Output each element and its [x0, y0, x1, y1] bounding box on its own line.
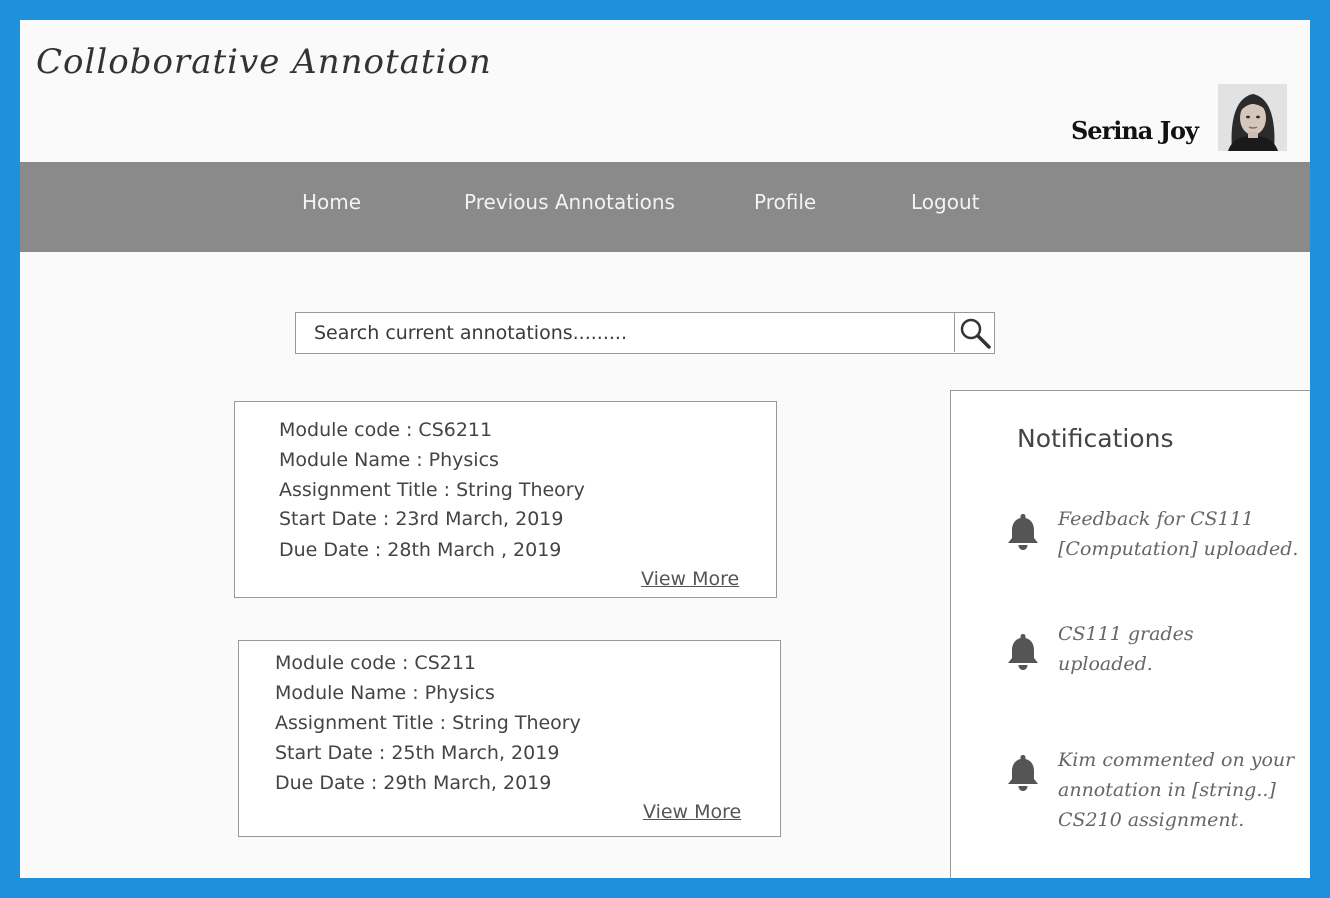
card-start-date: Start Date : 23rd March, 2019	[279, 508, 564, 530]
view-more-link[interactable]: View More	[643, 801, 741, 823]
card-due-date: Due Date : 29th March, 2019	[275, 772, 552, 794]
bell-icon	[1008, 514, 1038, 550]
notifications-panel: Notifications Feedback for CS111 [Comput…	[950, 390, 1310, 878]
nav-home[interactable]: Home	[302, 190, 361, 214]
notification-line: CS111 grades	[1058, 623, 1194, 645]
notification-line: Feedback for CS111	[1058, 508, 1254, 530]
notification-line: CS210 assignment.	[1058, 809, 1245, 831]
card-assignment-title: Assignment Title : String Theory	[275, 712, 581, 734]
card-module-code: Module code : CS211	[275, 652, 477, 674]
search-icon	[960, 318, 991, 349]
app-title: Colloborative Annotation	[36, 42, 492, 82]
card-start-date: Start Date : 25th March, 2019	[275, 742, 560, 764]
search-button[interactable]	[954, 313, 994, 352]
nav-previous-annotations[interactable]: Previous Annotations	[464, 190, 675, 214]
bell-icon	[1008, 755, 1038, 791]
notification-line: uploaded.	[1058, 653, 1153, 675]
card-module-name: Module Name : Physics	[275, 682, 495, 704]
nav-profile[interactable]: Profile	[754, 190, 816, 214]
search-bar	[295, 312, 995, 354]
search-input[interactable]	[296, 313, 956, 352]
notification-line: annotation in [string..]	[1058, 779, 1276, 801]
notification-text: CS111 grades uploaded.	[1058, 619, 1194, 679]
notification-text: Kim commented on your annotation in [str…	[1058, 745, 1294, 835]
card-due-date: Due Date : 28th March , 2019	[279, 539, 562, 561]
card-module-name: Module Name : Physics	[279, 449, 499, 471]
avatar[interactable]	[1218, 84, 1287, 151]
user-name: Serina Joy	[1070, 116, 1199, 145]
notifications-title: Notifications	[1017, 424, 1174, 453]
assignment-card: Module code : CS211 Module Name : Physic…	[238, 640, 781, 837]
bell-icon	[1008, 634, 1038, 670]
view-more-link[interactable]: View More	[641, 568, 739, 590]
card-module-code: Module code : CS6211	[279, 419, 493, 441]
assignment-card: Module code : CS6211 Module Name : Physi…	[234, 401, 777, 598]
app-window: Colloborative Annotation Serina Joy Home…	[20, 20, 1310, 878]
main-navbar: Home Previous Annotations Profile Logout	[20, 162, 1310, 252]
notification-line: [Computation] uploaded.	[1058, 538, 1299, 560]
notification-text: Feedback for CS111 [Computation] uploade…	[1058, 504, 1298, 564]
nav-logout[interactable]: Logout	[911, 190, 979, 214]
user-photo-icon	[1218, 84, 1287, 151]
card-assignment-title: Assignment Title : String Theory	[279, 479, 585, 501]
notification-line: Kim commented on your	[1058, 749, 1295, 771]
